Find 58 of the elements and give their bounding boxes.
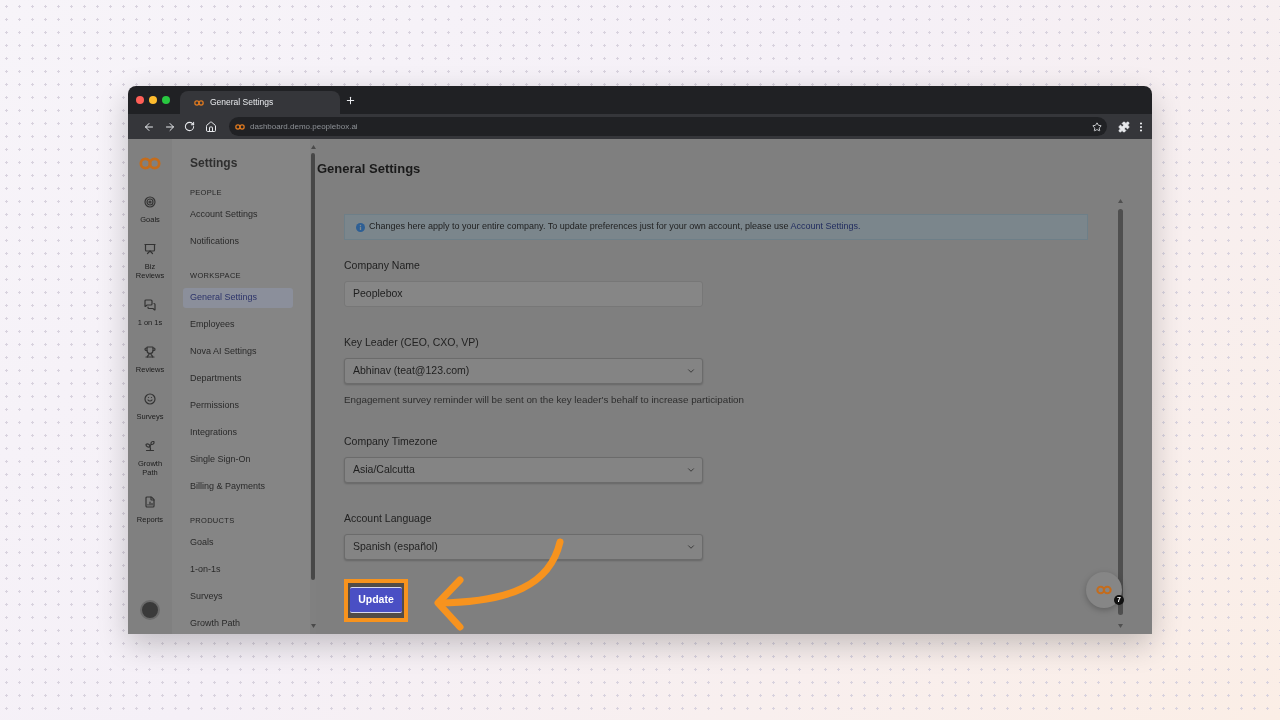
user-avatar[interactable]	[140, 600, 160, 620]
home-icon[interactable]	[205, 120, 217, 133]
sidebar-item[interactable]: Surveys	[183, 587, 293, 607]
browser-tab[interactable]: General Settings	[180, 91, 340, 114]
update-button[interactable]: Update	[350, 587, 402, 613]
trophy-icon	[144, 346, 156, 358]
chevron-down-icon	[686, 542, 696, 552]
sidebar-item[interactable]: Billing & Payments	[183, 477, 293, 497]
app-logo-icon	[139, 157, 161, 170]
sidebar-item[interactable]: Single Sign-On	[183, 450, 293, 470]
logo-icon	[235, 123, 245, 130]
sidebar-title: Settings	[190, 156, 239, 171]
extensions-puzzle-icon[interactable]	[1118, 120, 1130, 133]
scrollbar-thumb[interactable]	[1117, 209, 1123, 615]
account-settings-link[interactable]: Account Settings.	[790, 221, 861, 232]
sidebar-item[interactable]: General Settings	[183, 288, 293, 308]
helper-text: Engagement survey reminder will be sent on the key leader's behalf to increase participation	[344, 394, 744, 406]
chat-launcher-button[interactable]	[1086, 572, 1122, 608]
bookmark-star-icon[interactable]	[1092, 121, 1102, 132]
address-bar[interactable]: dashboard.demo.peoplebox.ai	[229, 117, 1107, 136]
scrollbar-thumb[interactable]	[311, 153, 315, 580]
smiley-icon	[144, 393, 156, 405]
sidebar-item[interactable]: Permissions	[183, 396, 293, 416]
chart-document-icon	[144, 496, 156, 508]
sprout-icon	[144, 440, 156, 452]
select-dropdown[interactable]: Spanish (español)	[344, 534, 703, 560]
presentation-board-icon	[144, 243, 156, 255]
text-field[interactable]: Peoplebox	[344, 281, 703, 307]
chevron-down-icon	[686, 366, 696, 376]
select-dropdown[interactable]: Abhinav (teat@123.com)	[344, 358, 703, 384]
field-label: Company Timezone	[344, 435, 438, 447]
sidebar-item[interactable]: Departments	[183, 369, 293, 389]
info-icon	[356, 222, 365, 232]
notice-text: Changes here apply to your entire company. To update preferences just for your own account, please use Account Settings.	[369, 220, 861, 234]
sidebar-item[interactable]: Growth Path	[183, 614, 293, 634]
url-text: dashboard.demo.peoplebox.ai	[250, 120, 358, 133]
sidebar-item[interactable]: Account Settings	[183, 205, 293, 225]
field-label: Company Name	[344, 259, 420, 271]
reload-icon[interactable]	[184, 121, 195, 132]
sidebar-item[interactable]: 1-on-1s	[183, 560, 293, 580]
logo-icon	[194, 99, 204, 106]
page-title: General Settings	[317, 161, 421, 176]
sidebar-item[interactable]: Employees	[183, 315, 293, 335]
sidebar-scrollbar[interactable]	[310, 139, 316, 634]
forward-arrow-icon[interactable]	[164, 120, 176, 133]
field-label: Account Language	[344, 512, 432, 524]
target-icon	[144, 196, 156, 208]
field-label: Key Leader (CEO, CXO, VP)	[344, 336, 479, 348]
chevron-down-icon	[686, 465, 696, 475]
sidebar-item[interactable]: Notifications	[183, 232, 293, 252]
sidebar-item[interactable]: Goals	[183, 533, 293, 553]
select-dropdown[interactable]: Asia/Calcutta	[344, 457, 703, 483]
back-arrow-icon[interactable]	[143, 120, 155, 133]
sidebar-item[interactable]: Integrations	[183, 423, 293, 443]
sidebar-item[interactable]: Nova AI Settings	[183, 342, 293, 362]
new-tab-icon[interactable]	[345, 94, 356, 106]
logo-icon	[1096, 585, 1112, 595]
chat-bubbles-icon	[144, 299, 156, 311]
